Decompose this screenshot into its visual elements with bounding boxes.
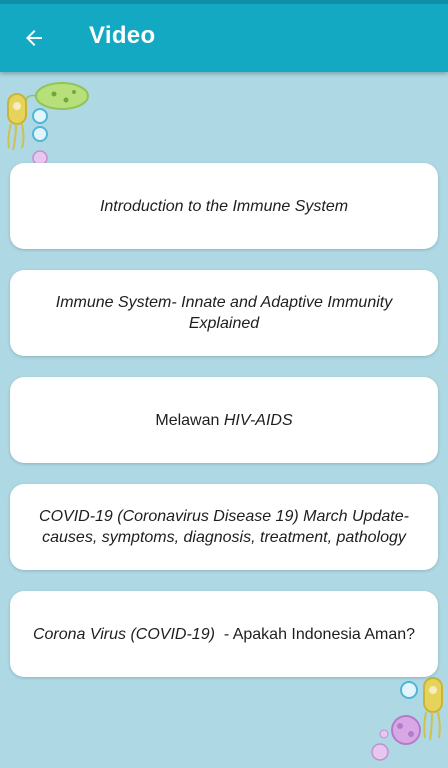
video-card[interactable]: Corona Virus (COVID-19) - Apakah Indones… xyxy=(10,591,438,677)
video-title: Immune System- Innate and Adaptive Immun… xyxy=(24,292,424,334)
video-card[interactable]: Introduction to the Immune System xyxy=(10,163,438,249)
video-list: Introduction to the Immune System Immune… xyxy=(10,163,438,698)
video-title-part: Corona Virus (COVID-19) xyxy=(32,625,215,643)
video-title: Introduction to the Immune System xyxy=(100,196,348,217)
video-title-part: Melawan xyxy=(155,411,224,429)
app-bar: Video xyxy=(0,0,448,72)
video-title: COVID-19 (Coronavirus Disease 19) March … xyxy=(24,506,424,548)
back-button[interactable] xyxy=(14,20,54,56)
video-title-part: HIV-AIDS xyxy=(223,411,293,429)
microbe-decoration-top-left xyxy=(7,82,89,166)
video-title: Melawan HIV-AIDS xyxy=(155,410,292,431)
video-title: Corona Virus (COVID-19) - Apakah Indones… xyxy=(33,624,415,645)
arrow-left-icon xyxy=(26,30,42,46)
video-title-part: COVID-19 (Coronavirus Disease 19) March … xyxy=(39,508,414,546)
video-card[interactable]: COVID-19 (Coronavirus Disease 19) March … xyxy=(10,484,438,570)
video-title-part: Immune System- Innate and Adaptive Immun… xyxy=(55,294,397,332)
video-title-part: Introduction to the Immune System xyxy=(99,197,349,215)
status-strip xyxy=(0,0,448,4)
video-title-part: - Apakah Indonesia Aman? xyxy=(214,625,416,643)
video-card[interactable]: Immune System- Innate and Adaptive Immun… xyxy=(10,270,438,356)
page-title: Video xyxy=(89,22,156,49)
video-card[interactable]: Melawan HIV-AIDS xyxy=(10,377,438,463)
